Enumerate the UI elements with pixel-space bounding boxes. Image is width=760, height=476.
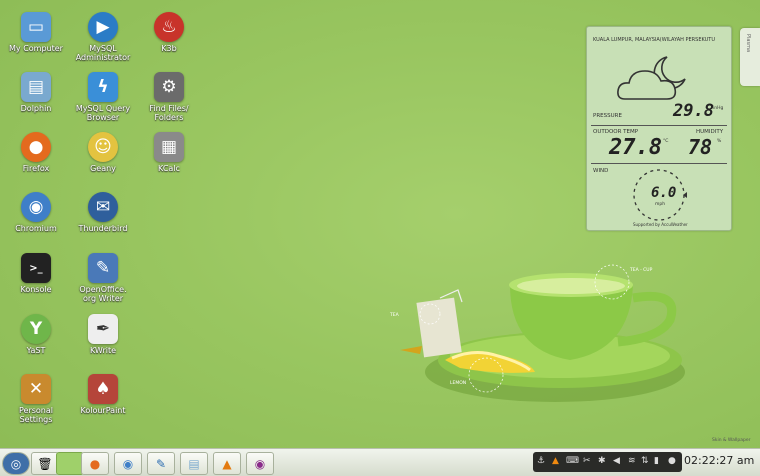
notifications-icon[interactable]: ● bbox=[668, 456, 676, 466]
outdoor-temp-unit: °C bbox=[663, 139, 669, 144]
taskbar: ◎ 🗑 ● ◉ ✎ ▤ ▲ ◉ ⚓ ▲ ⌨ ✂ ✱ ◀ ≋ ⇅ ▮ ● 02:2… bbox=[0, 448, 760, 476]
weather-footer: Supported by AccuWeather bbox=[633, 222, 688, 227]
chromium-icon: ◉ bbox=[21, 192, 51, 222]
firefox-task-icon[interactable]: ● bbox=[81, 452, 109, 475]
desktop-icon-chromium[interactable]: ◉ Chromium bbox=[5, 192, 67, 233]
desktop-icon-find-files[interactable]: ⚙ Find Files/ Folders bbox=[138, 72, 200, 122]
clock[interactable]: 02:22:27 am bbox=[684, 454, 754, 467]
vlc-tray-icon[interactable]: ▲ bbox=[552, 456, 559, 466]
k3b-icon: ♨ bbox=[154, 12, 184, 42]
computer-icon: ▭ bbox=[21, 12, 51, 42]
outdoor-temp-value: 27.8 bbox=[609, 135, 662, 160]
weather-divider bbox=[591, 163, 727, 164]
kate-task-icon[interactable]: ✎ bbox=[147, 452, 175, 475]
thunderbird-icon: ✉ bbox=[88, 192, 118, 222]
settings-icon: ✕ bbox=[21, 374, 51, 404]
tea-cup-wallpaper bbox=[400, 264, 685, 402]
vlc-task-icon[interactable]: ▲ bbox=[213, 452, 241, 475]
desktop-icon-kolourpaint[interactable]: ♠ KolourPaint bbox=[72, 374, 134, 415]
wifi-icon[interactable]: ≋ bbox=[628, 456, 636, 466]
desktop-icon-mysql-administrator[interactable]: ▶ MySQL Administrator bbox=[72, 12, 134, 62]
wallpaper-credit: Skin & Wallpaper bbox=[712, 438, 751, 443]
humidity-unit: % bbox=[717, 139, 722, 144]
trash-icon[interactable]: 🗑 bbox=[31, 452, 59, 475]
battery-icon[interactable]: ▮ bbox=[654, 456, 659, 466]
mysql-admin-icon: ▶ bbox=[88, 12, 118, 42]
desktop-icon-openoffice-writer[interactable]: ✎ OpenOffice. org Writer bbox=[72, 253, 134, 303]
system-tray: ⚓ ▲ ⌨ ✂ ✱ ◀ ≋ ⇅ ▮ ● bbox=[533, 452, 682, 472]
plasma-side-tab[interactable]: Plasma bbox=[740, 28, 760, 86]
volume-icon[interactable]: ◀ bbox=[613, 456, 620, 466]
callout-lemon: LEMON bbox=[450, 381, 467, 386]
konsole-icon: >_ bbox=[21, 253, 51, 283]
wind-value: 6.0 bbox=[651, 185, 677, 201]
weather-divider bbox=[591, 125, 727, 126]
writer-icon: ✎ bbox=[88, 253, 118, 283]
kwrite-icon: ✒ bbox=[88, 314, 118, 344]
firefox-icon: ● bbox=[21, 132, 51, 162]
pressure-value: 29.8 bbox=[673, 101, 714, 121]
kcalc-icon: ▦ bbox=[154, 132, 184, 162]
geany-icon: ☺ bbox=[88, 132, 118, 162]
find-files-icon: ⚙ bbox=[154, 72, 184, 102]
callout-cup: TEA - CUP bbox=[630, 268, 653, 273]
kolourpaint-icon: ♠ bbox=[88, 374, 118, 404]
chromium-task-icon[interactable]: ◉ bbox=[114, 452, 142, 475]
bluetooth-icon[interactable]: ✱ bbox=[598, 456, 606, 466]
desktop-icon-mysql-query-browser[interactable]: ϟ MySQL Query Browser bbox=[72, 72, 134, 122]
pressure-unit: inHg bbox=[713, 106, 724, 111]
desktop-icon-geany[interactable]: ☺ Geany bbox=[72, 132, 134, 173]
desktop-icon-kcalc[interactable]: ▦ KCalc bbox=[138, 132, 200, 173]
network-icon[interactable]: ⇅ bbox=[641, 456, 649, 466]
keyboard-icon[interactable]: ⌨ bbox=[566, 456, 579, 466]
desktop: ▭ My Computer ▤ Dolphin ● Firefox ◉ Chro… bbox=[0, 0, 760, 448]
desktop-icon[interactable] bbox=[56, 452, 84, 475]
eye-task-icon[interactable]: ◉ bbox=[246, 452, 274, 475]
cloudy-moon-icon bbox=[617, 56, 686, 100]
desktop-icon-kwrite[interactable]: ✒ KWrite bbox=[72, 314, 134, 355]
desktop-icon-thunderbird[interactable]: ✉ Thunderbird bbox=[72, 192, 134, 233]
weather-location: KUALA LUMPUR, MALAYSIA(WILAYAH PERSEKUTU bbox=[593, 37, 715, 43]
desktop-icon-konsole[interactable]: >_ Konsole bbox=[5, 253, 67, 294]
dolphin-icon: ▤ bbox=[21, 72, 51, 102]
dolphin-task-icon[interactable]: ▤ bbox=[180, 452, 208, 475]
desktop-icon-my-computer[interactable]: ▭ My Computer bbox=[5, 12, 67, 53]
wind-unit: mph bbox=[655, 202, 666, 207]
weather-widget[interactable]: KUALA LUMPUR, MALAYSIA(WILAYAH PERSEKUTU… bbox=[586, 26, 732, 231]
yast-icon: Y bbox=[21, 314, 51, 344]
mysql-query-icon: ϟ bbox=[88, 72, 118, 102]
wind-label: WIND bbox=[593, 168, 609, 174]
pressure-label: PRESSURE bbox=[593, 113, 622, 119]
desktop-icon-personal-settings[interactable]: ✕ Personal Settings bbox=[5, 374, 67, 424]
anchor-icon[interactable]: ⚓ bbox=[537, 456, 545, 466]
callout-tag: TEA bbox=[390, 313, 399, 318]
humidity-value: 78 bbox=[688, 135, 713, 159]
kickoff-icon[interactable]: ◎ bbox=[2, 452, 30, 475]
desktop-icon-k3b[interactable]: ♨ K3b bbox=[138, 12, 200, 53]
desktop-icon-yast[interactable]: Y YaST bbox=[5, 314, 67, 355]
desktop-icon-firefox[interactable]: ● Firefox bbox=[5, 132, 67, 173]
desktop-icon-dolphin[interactable]: ▤ Dolphin bbox=[5, 72, 67, 113]
scissors-icon[interactable]: ✂ bbox=[583, 456, 591, 466]
